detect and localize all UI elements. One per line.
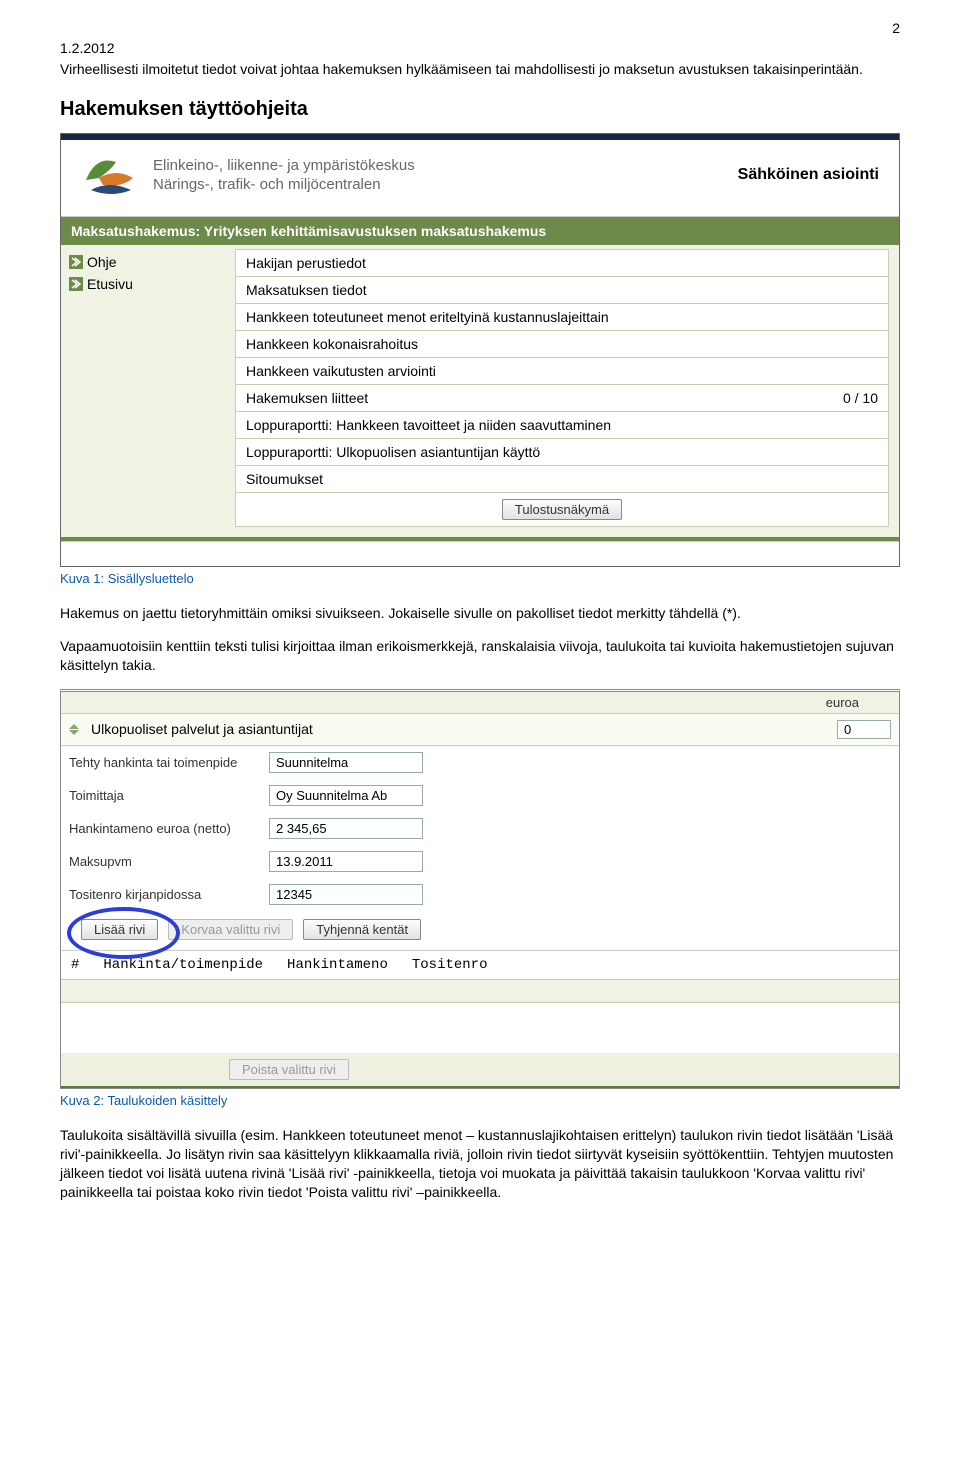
toimittaja-input[interactable]: Oy Suunnitelma Ab — [269, 785, 423, 806]
button-row: Lisää rivi Korvaa valittu rivi Tyhjennä … — [61, 911, 899, 950]
screenshot-toc: Elinkeino-, liikenne- ja ympäristökeskus… — [60, 133, 900, 567]
meno-input[interactable]: 2 345,65 — [269, 818, 423, 839]
toc-label: Loppuraportti: Hankkeen tavoitteet ja ni… — [246, 417, 611, 433]
org-name-sv: Närings-, trafik- och miljöcentralen — [153, 175, 415, 195]
header-right-title: Sähköinen asiointi — [738, 166, 879, 184]
section-title: Ulkopuoliset palvelut ja asiantuntijat — [91, 721, 313, 737]
delete-row-button[interactable]: Poista valittu rivi — [229, 1059, 349, 1080]
form-row: Tehty hankinta tai toimenpide Suunnitelm… — [61, 746, 899, 779]
page-number: 2 — [892, 20, 900, 36]
field-label: Maksupvm — [69, 854, 269, 869]
toc-label: Hankkeen toteutuneet menot eriteltyinä k… — [246, 309, 609, 325]
figure-caption-1: Kuva 1: Sisällysluettelo — [60, 571, 900, 586]
field-label: Hankintameno euroa (netto) — [69, 821, 269, 836]
spacer — [61, 1002, 899, 1053]
toc-label: Hakemuksen liitteet — [246, 390, 368, 406]
toc-item[interactable]: Hankkeen vaikutusten arviointi — [235, 358, 889, 385]
org-name-fi: Elinkeino-, liikenne- ja ympäristökeskus — [153, 156, 415, 176]
form-row: Hankintameno euroa (netto) 2 345,65 — [61, 812, 899, 845]
toc-item[interactable]: Loppuraportti: Hankkeen tavoitteet ja ni… — [235, 412, 889, 439]
toc-item[interactable]: Hakijan perustiedot — [235, 249, 889, 277]
hankinta-input[interactable]: Suunnitelma — [269, 752, 423, 773]
col-hankinta: Hankinta/toimenpide — [103, 957, 263, 973]
logo-icon — [81, 150, 141, 200]
field-label: Tehty hankinta tai toimenpide — [69, 755, 269, 770]
form-row: Maksupvm 13.9.2011 — [61, 845, 899, 878]
toc-label: Hankkeen kokonaisrahoitus — [246, 336, 418, 352]
toc-label: Maksatuksen tiedot — [246, 282, 367, 298]
toc-item[interactable]: Sitoumukset — [235, 466, 889, 493]
form-row: Tositenro kirjanpidossa 12345 — [61, 878, 899, 911]
toc-item[interactable]: Hankkeen kokonaisrahoitus — [235, 331, 889, 358]
section-heading: Hakemuksen täyttöohjeita — [60, 98, 900, 121]
chevron-icon — [69, 277, 83, 291]
add-row-button[interactable]: Lisää rivi — [81, 919, 158, 940]
maksupvm-input[interactable]: 13.9.2011 — [269, 851, 423, 872]
section-row: Ulkopuoliset palvelut ja asiantuntijat 0 — [61, 714, 899, 746]
toc-item[interactable]: Hakemuksen liitteet 0 / 10 — [235, 385, 889, 412]
sidebar-link-ohje[interactable]: Ohje — [69, 251, 231, 273]
toc-item[interactable]: Loppuraportti: Ulkopuolisen asiantuntija… — [235, 439, 889, 466]
toc-label: Hankkeen vaikutusten arviointi — [246, 363, 436, 379]
toc-panel: Hakijan perustiedot Maksatuksen tiedot H… — [231, 245, 899, 537]
euroa-label: euroa — [818, 692, 899, 713]
sum-field[interactable]: 0 — [837, 720, 891, 739]
field-label: Toimittaja — [69, 788, 269, 803]
col-hash: # — [71, 957, 79, 973]
body-paragraph: Vapaamuotoisiin kenttiin teksti tulisi k… — [60, 637, 900, 675]
table-header: # Hankinta/toimenpide Hankintameno Tosit… — [61, 950, 899, 979]
col-tosite: Tositenro — [412, 957, 488, 973]
delete-row-area: Poista valittu rivi — [61, 1053, 899, 1088]
sidebar-label-ohje: Ohje — [87, 254, 117, 270]
sidebar-link-etusivu[interactable]: Etusivu — [69, 273, 231, 295]
table-body-empty — [61, 979, 899, 1002]
sort-icon[interactable] — [69, 724, 83, 735]
tositenro-input[interactable]: 12345 — [269, 884, 423, 905]
attach-count: 0 / 10 — [843, 390, 878, 406]
app-header: Elinkeino-, liikenne- ja ympäristökeskus… — [61, 140, 899, 217]
chevron-icon — [69, 255, 83, 269]
org-logo: Elinkeino-, liikenne- ja ympäristökeskus… — [81, 150, 415, 200]
screenshot-table-edit: euroa Ulkopuoliset palvelut ja asiantunt… — [60, 689, 900, 1089]
body-paragraph: Taulukoita sisältävillä sivuilla (esim. … — [60, 1126, 900, 1202]
titlebar: Maksatushakemus: Yrityksen kehittämisavu… — [61, 217, 899, 245]
body-paragraph: Hakemus on jaettu tietoryhmittäin omiksi… — [60, 604, 900, 623]
header-strip: euroa — [61, 692, 899, 714]
field-label: Tositenro kirjanpidossa — [69, 887, 269, 902]
clear-fields-button[interactable]: Tyhjennä kentät — [303, 919, 421, 940]
toc-label: Loppuraportti: Ulkopuolisen asiantuntija… — [246, 444, 540, 460]
figure-caption-2: Kuva 2: Taulukoiden käsittely — [60, 1093, 900, 1108]
print-view-button[interactable]: Tulostusnäkymä — [502, 499, 622, 520]
doc-date: 1.2.2012 — [60, 40, 900, 56]
toc-label: Sitoumukset — [246, 471, 323, 487]
toc-item[interactable]: Maksatuksen tiedot — [235, 277, 889, 304]
intro-paragraph: Virheellisesti ilmoitetut tiedot voivat … — [60, 60, 900, 78]
footer-spacer — [61, 541, 899, 566]
sidebar-label-etusivu: Etusivu — [87, 276, 133, 292]
replace-row-button[interactable]: Korvaa valittu rivi — [168, 919, 293, 940]
toc-label: Hakijan perustiedot — [246, 255, 366, 271]
sidebar: Ohje Etusivu — [61, 245, 231, 537]
form-row: Toimittaja Oy Suunnitelma Ab — [61, 779, 899, 812]
col-meno: Hankintameno — [287, 957, 388, 973]
toc-item[interactable]: Hankkeen toteutuneet menot eriteltyinä k… — [235, 304, 889, 331]
print-row: Tulostusnäkymä — [235, 493, 889, 527]
